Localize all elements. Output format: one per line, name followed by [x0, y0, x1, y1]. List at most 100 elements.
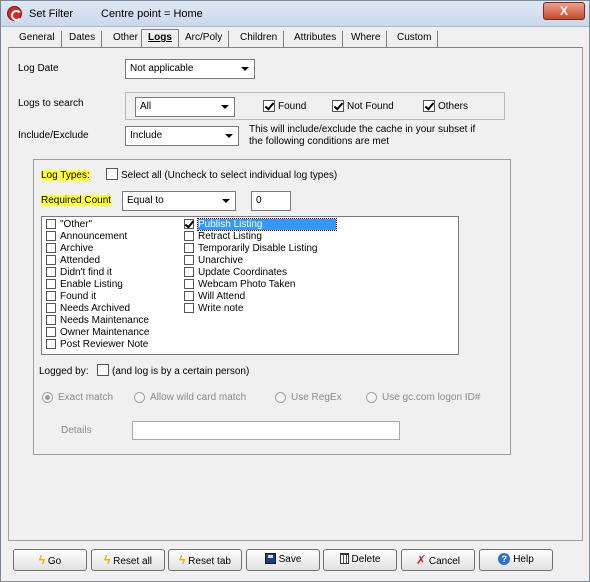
list-item[interactable]: Announcement — [46, 231, 127, 243]
include-exclude-note-2: the following conditions are met — [249, 136, 390, 147]
tab-attributes[interactable]: Attributes — [288, 31, 344, 47]
lightning-icon: ϟ — [179, 553, 186, 567]
log-date-select[interactable]: Not applicable — [125, 59, 255, 79]
log-type-checkbox[interactable] — [184, 291, 194, 301]
list-item[interactable]: Will Attend — [184, 291, 245, 303]
log-type-checkbox[interactable] — [184, 267, 194, 277]
log-type-checkbox[interactable] — [46, 219, 56, 229]
logged-by-checkbox[interactable] — [97, 364, 109, 376]
list-item[interactable]: Didn't find it — [46, 267, 112, 279]
list-item[interactable]: Owner Maintenance — [46, 327, 150, 339]
list-item[interactable]: "Other" — [46, 219, 92, 231]
use-logon-id-radio[interactable] — [366, 392, 377, 403]
help-icon: ? — [498, 553, 511, 565]
close-button[interactable]: X — [543, 2, 585, 20]
list-item[interactable]: Attended — [46, 255, 100, 267]
help-button[interactable]: ? Help — [479, 549, 553, 571]
required-count-input[interactable]: 0 — [251, 191, 291, 211]
list-item[interactable]: Retract Listing — [184, 231, 262, 243]
cancel-button[interactable]: ✗ Cancel — [401, 549, 475, 571]
log-type-checkbox[interactable] — [46, 315, 56, 325]
tab-dates[interactable]: Dates — [63, 31, 103, 47]
log-type-checkbox[interactable] — [46, 339, 56, 349]
log-type-checkbox[interactable] — [46, 231, 56, 241]
log-type-checkbox[interactable] — [184, 255, 194, 265]
found-checkbox[interactable] — [263, 100, 275, 112]
list-item[interactable]: Unarchive — [184, 255, 243, 267]
others-checkbox[interactable] — [423, 100, 435, 112]
wildcard-match-radio[interactable] — [134, 392, 145, 403]
trash-icon — [339, 553, 349, 564]
details-label: Details — [61, 425, 92, 436]
list-item[interactable]: Post Reviewer Note — [46, 339, 148, 351]
list-item[interactable]: Publish Listing — [184, 218, 338, 231]
app-logo-icon — [7, 6, 22, 21]
reset-all-button[interactable]: ϟ Reset all — [91, 549, 165, 571]
log-type-checkbox[interactable] — [46, 255, 56, 265]
select-all-checkbox[interactable] — [106, 168, 118, 180]
close-icon: ✗ — [416, 553, 427, 567]
use-regex-radio[interactable] — [275, 392, 286, 403]
tab-arc-poly[interactable]: Arc/Poly — [179, 31, 230, 47]
set-filter-window: Set Filter Centre point = Home X General… — [0, 0, 590, 582]
others-label: Others — [438, 101, 469, 112]
tab-other[interactable]: Other — [107, 31, 146, 47]
delete-button[interactable]: Delete — [323, 549, 397, 571]
log-type-checkbox[interactable] — [184, 303, 194, 313]
found-label: Found — [278, 101, 307, 112]
logged-by-checkbox-label: (and log is by a certain person) — [112, 366, 250, 377]
window-title: Set Filter — [29, 8, 74, 20]
exact-match-label: Exact match — [58, 392, 114, 403]
tab-general[interactable]: General — [13, 31, 62, 47]
log-type-checkbox[interactable] — [46, 303, 56, 313]
chevron-down-icon — [221, 105, 229, 109]
use-logon-id-label: Use gc.com logon ID# — [382, 392, 481, 403]
log-type-checkbox[interactable] — [184, 279, 194, 289]
log-type-checkbox[interactable] — [184, 231, 194, 241]
list-item[interactable]: Archive — [46, 243, 93, 255]
logs-to-search-select[interactable]: All — [135, 97, 235, 117]
chevron-down-icon — [222, 199, 230, 203]
lightning-icon: ϟ — [103, 553, 111, 567]
go-button[interactable]: ϟ Go — [13, 549, 87, 571]
save-button[interactable]: Save — [246, 549, 320, 571]
logs-to-search-value: All — [140, 101, 152, 112]
log-date-label: Log Date — [18, 63, 59, 74]
required-count-operator-select[interactable]: Equal to — [122, 191, 236, 211]
list-item[interactable]: Webcam Photo Taken — [184, 279, 295, 291]
not-found-checkbox[interactable] — [332, 100, 344, 112]
list-item[interactable]: Write note — [184, 303, 243, 315]
reset-tab-button[interactable]: ϟ Reset tab — [168, 549, 242, 571]
log-types-label: Log Types: — [41, 170, 90, 181]
use-regex-label: Use RegEx — [291, 392, 342, 403]
exact-match-radio[interactable] — [42, 392, 53, 403]
include-exclude-note-1: This will include/exclude the cache in y… — [249, 124, 476, 135]
not-found-label: Not Found — [347, 101, 394, 112]
log-type-checkbox[interactable] — [46, 267, 56, 277]
log-date-value: Not applicable — [130, 63, 194, 74]
tab-bar: General Dates Other Logs Arc/Poly Childr… — [11, 29, 581, 47]
wildcard-match-label: Allow wild card match — [150, 392, 247, 403]
logged-by-label: Logged by: — [39, 366, 89, 377]
tab-custom[interactable]: Custom — [391, 31, 439, 47]
list-item[interactable]: Found it — [46, 291, 96, 303]
log-types-list[interactable]: "Other" Announcement Archive Attended Di… — [41, 216, 459, 355]
details-input[interactable] — [132, 421, 400, 440]
chevron-down-icon — [241, 67, 249, 71]
list-item[interactable]: Enable Listing — [46, 279, 123, 291]
tab-logs[interactable]: Logs — [141, 29, 179, 47]
log-type-checkbox[interactable] — [184, 219, 194, 229]
tab-where[interactable]: Where — [345, 31, 388, 47]
log-type-checkbox[interactable] — [46, 291, 56, 301]
include-exclude-value: Include — [130, 130, 163, 141]
log-type-checkbox[interactable] — [184, 243, 194, 253]
log-type-checkbox[interactable] — [46, 279, 56, 289]
list-item[interactable]: Needs Archived — [46, 303, 130, 315]
list-item[interactable]: Update Coordinates — [184, 267, 287, 279]
list-item[interactable]: Needs Maintenance — [46, 315, 149, 327]
log-type-checkbox[interactable] — [46, 243, 56, 253]
log-type-checkbox[interactable] — [46, 327, 56, 337]
tab-children[interactable]: Children — [234, 31, 285, 47]
include-exclude-select[interactable]: Include — [125, 126, 239, 146]
list-item[interactable]: Temporarily Disable Listing — [184, 243, 318, 255]
